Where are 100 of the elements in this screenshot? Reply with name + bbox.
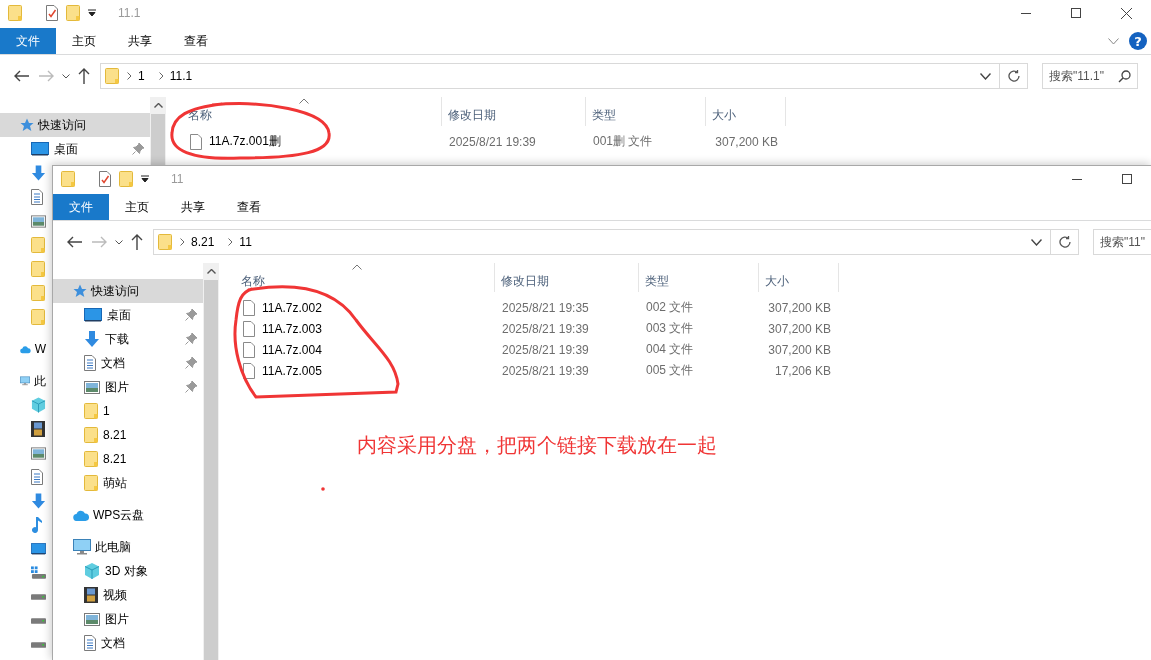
download-arrow-icon [31,165,46,181]
modified-date-cell-text: 2025/8/21 19:35 [501,300,590,315]
column-header[interactable]: 修改日期 [442,97,586,126]
properties-icon[interactable] [99,171,111,187]
nav-item[interactable]: 1 [53,399,203,423]
file-icon [243,341,255,358]
nav-item[interactable]: 图片 [53,607,203,631]
nav-item[interactable]: 视频 [53,583,203,607]
search-field[interactable]: 搜索"11" [1093,229,1151,255]
file-name[interactable]: 11A.7z.001删 [209,133,281,150]
folder-icon [119,171,133,187]
nav-item[interactable]: W [0,337,52,361]
column-header[interactable]: 大小 [759,263,839,292]
ribbon-tab[interactable]: 共享 [112,28,168,54]
properties-icon[interactable] [46,5,58,21]
refresh-button[interactable] [1000,63,1028,89]
picture-icon [31,446,46,460]
nav-item[interactable]: 快速访问 [53,279,203,303]
file-menu-tab[interactable]: 文件 [0,28,56,54]
nav-item[interactable]: 萌站 [53,471,203,495]
sort-caret-icon [298,98,309,104]
music-note-icon [31,517,43,533]
nav-item[interactable]: 8.21 [53,447,203,471]
file-size-cell-text: 307,200 KB [767,342,831,357]
chevron-right-icon [228,238,234,246]
folder-icon [31,261,45,277]
column-header[interactable]: 大小 [706,97,786,126]
ribbon-tab[interactable]: 查看 [168,28,224,54]
breadcrumb-item[interactable]: 1 [132,69,151,83]
window-title: 11.1 [118,6,141,20]
breadcrumb-item[interactable]: 11.1 [163,69,199,83]
modified-date-cell-text: 2025/8/21 19:39 [501,363,590,378]
file-name[interactable]: 11A.7z.002 [262,300,322,315]
nav-item[interactable]: 文档 [53,631,203,655]
search-icon [1118,70,1131,83]
document-icon [84,635,96,651]
nav-item[interactable]: 下载 [53,327,203,351]
file-name[interactable]: 11A.7z.004 [262,342,322,357]
file-name[interactable]: 11A.7z.003 [262,321,322,336]
refresh-button[interactable] [1051,229,1079,255]
file-name[interactable]: 11A.7z.005 [262,363,322,378]
folder-icon [105,68,119,84]
breadcrumb-item[interactable]: 8.21 [185,235,221,249]
ribbon-tab[interactable]: 查看 [221,194,277,220]
scrollbar[interactable] [150,97,166,165]
film-icon [84,587,98,603]
star-icon [73,284,87,298]
chevron-down-icon[interactable] [1031,238,1042,246]
folder-icon [31,309,45,325]
nav-item[interactable]: 桌面 [0,137,150,161]
dropdown-icon[interactable] [88,9,96,17]
monitor-icon [31,142,49,156]
chevron-down-icon[interactable] [980,72,991,80]
picture-icon [31,214,46,228]
nav-item[interactable]: 3D 对象 [53,559,203,583]
nav-item[interactable]: WPS云盘 [53,503,203,527]
refresh-icon [1007,70,1020,82]
scrollbar-thumb[interactable] [204,280,218,660]
column-header[interactable]: 修改日期 [495,263,639,292]
chevron-right-icon [127,72,132,80]
pin-icon [185,381,197,393]
help-button[interactable]: ? [1129,32,1147,50]
breadcrumb-item[interactable]: 11 [233,235,258,249]
drive-icon [31,594,46,600]
address-bar[interactable]: 1 11.1 [100,63,1000,89]
folder-icon [84,475,98,491]
monitor-icon [73,539,91,555]
caret-up-icon [206,269,216,274]
ribbon-tab[interactable]: 共享 [165,194,221,220]
ribbon-tab[interactable]: 主页 [56,28,112,54]
column-header[interactable]: 类型 [639,263,759,292]
drive-icon [31,642,46,648]
column-header[interactable]: 类型 [586,97,706,126]
scrollbar[interactable] [203,263,219,660]
nav-item[interactable]: 文档 [53,351,203,375]
film-icon [31,421,45,437]
nav-item[interactable]: 此 [0,369,52,393]
file-size-cell-text: 307,200 KB [714,134,778,149]
nav-item[interactable]: 桌面 [53,303,203,327]
ribbon-tab[interactable]: 主页 [109,194,165,220]
file-type-cell-text: 004 文件 [645,341,695,358]
document-icon [31,469,43,485]
file-size-cell-text: 307,200 KB [767,321,831,336]
file-type-cell-text: 005 文件 [645,362,695,379]
file-icon [190,133,202,150]
dropdown-icon[interactable] [141,175,149,183]
column-header[interactable]: 名称 [166,97,442,126]
scrollbar-thumb[interactable] [151,114,165,165]
search-field[interactable]: 搜索"11.1" [1042,63,1138,89]
folder-icon [66,5,80,21]
nav-item[interactable]: 快速访问 [0,113,150,137]
column-header[interactable]: 名称 [219,263,495,292]
file-menu-tab[interactable]: 文件 [53,194,109,220]
document-icon [31,189,43,205]
address-bar[interactable]: 8.21 11 [153,229,1051,255]
nav-item[interactable]: 8.21 [53,423,203,447]
modified-date-cell-text: 2025/8/21 19:39 [501,321,590,336]
nav-item[interactable]: 此电脑 [53,535,203,559]
nav-item[interactable]: 图片 [53,375,203,399]
cube-icon [84,563,100,579]
